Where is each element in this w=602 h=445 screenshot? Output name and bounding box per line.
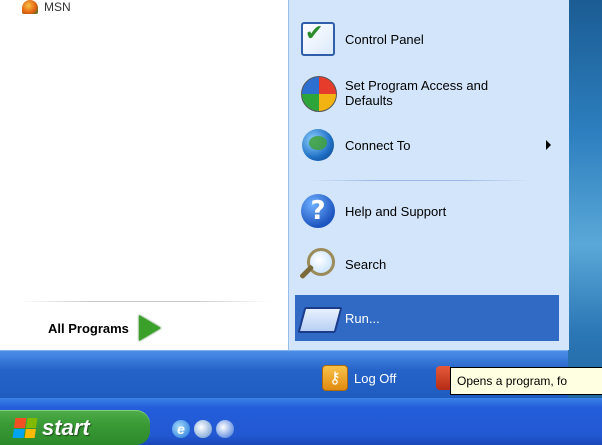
control-panel-icon	[301, 22, 335, 56]
log-off-button[interactable]: ⚷ Log Off	[322, 365, 396, 391]
run-icon	[297, 307, 343, 333]
search-label: Search	[345, 256, 387, 272]
help-and-support-item[interactable]: ? Help and Support	[299, 190, 557, 232]
help-icon: ?	[301, 194, 335, 228]
program-access-icon	[301, 76, 337, 112]
help-and-support-label: Help and Support	[345, 203, 447, 219]
log-off-label: Log Off	[354, 370, 397, 386]
msn-item[interactable]: MSN	[22, 0, 71, 14]
control-panel-label: Control Panel	[345, 31, 424, 47]
set-program-access-label: Set Program Access and Defaults	[345, 78, 489, 108]
right-separator	[309, 180, 529, 181]
internet-explorer-icon[interactable]: e	[172, 420, 190, 438]
start-button[interactable]: start	[0, 410, 150, 445]
control-panel-item[interactable]: Control Panel	[299, 18, 557, 60]
run-item[interactable]: Run...	[295, 295, 559, 341]
msn-label: MSN	[44, 0, 71, 14]
left-separator	[18, 301, 272, 302]
connect-to-label: Connect To	[345, 137, 411, 153]
all-programs-label: All Programs	[48, 320, 129, 336]
turn-off-icon[interactable]	[436, 366, 450, 390]
start-menu-left-pane: MSN All Programs	[0, 0, 288, 350]
tooltip: Opens a program, fo	[450, 367, 602, 395]
search-item[interactable]: Search	[299, 243, 557, 285]
run-label: Run...	[345, 310, 380, 326]
all-programs-button[interactable]: All Programs	[48, 312, 161, 344]
connect-to-icon	[302, 129, 334, 161]
start-menu-right-pane: Control Panel Set Program Access and Def…	[288, 0, 569, 350]
msn-butterfly-icon	[22, 0, 38, 14]
set-program-access-item[interactable]: Set Program Access and Defaults	[299, 72, 557, 114]
search-icon	[299, 246, 337, 282]
show-desktop-icon[interactable]	[194, 420, 212, 438]
submenu-arrow-icon	[546, 140, 551, 150]
start-label: start	[42, 414, 90, 440]
windows-flag-icon	[12, 417, 38, 438]
key-icon: ⚷	[322, 365, 348, 391]
media-player-icon[interactable]	[216, 420, 234, 438]
green-arrow-icon	[138, 315, 161, 341]
connect-to-item[interactable]: Connect To	[299, 124, 557, 166]
